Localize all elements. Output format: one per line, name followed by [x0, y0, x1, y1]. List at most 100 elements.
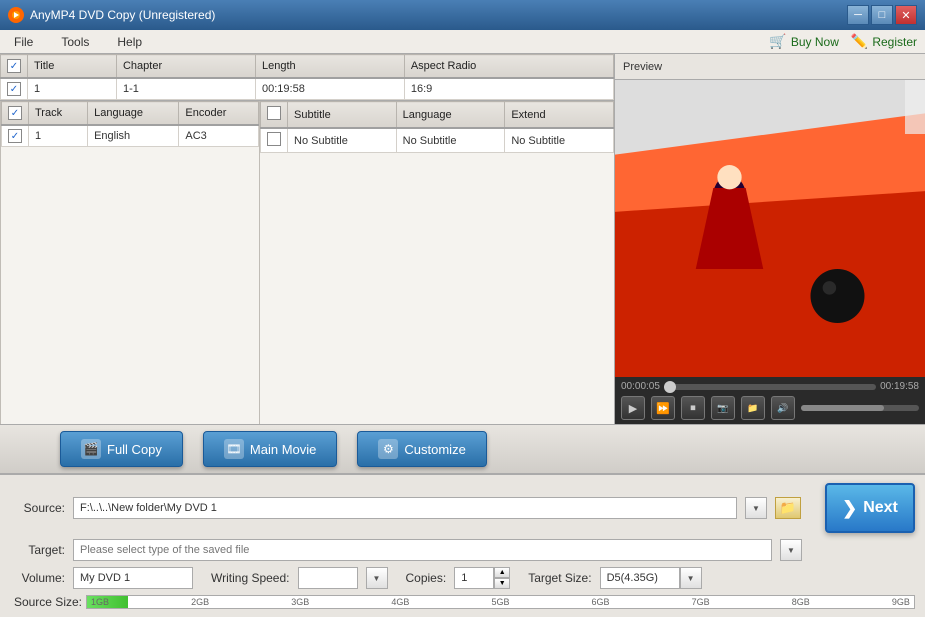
- scene-svg: [615, 80, 925, 377]
- subtitle-panel: Subtitle Language Extend No Subtitle No …: [260, 101, 614, 424]
- target-dropdown-button[interactable]: ▼: [780, 539, 802, 561]
- copies-row: ▲ ▼: [454, 567, 510, 589]
- buy-now-button[interactable]: 🛒 Buy Now: [769, 33, 838, 50]
- volume-input[interactable]: [73, 567, 193, 589]
- register-icon: ✏️: [851, 33, 868, 50]
- preview-video: [615, 80, 925, 377]
- col-aspect: Aspect Radio: [404, 55, 613, 79]
- bottom-tables: Track Language Encoder 1 English AC: [0, 101, 614, 424]
- target-size-dropdown[interactable]: ▼: [680, 567, 702, 589]
- source-label: Source:: [10, 501, 65, 515]
- audio-language: English: [88, 125, 179, 147]
- tick-4gb: 4GB: [391, 597, 409, 607]
- time-total: 00:19:58: [880, 381, 919, 392]
- main-movie-label: Main Movie: [250, 442, 316, 457]
- select-all-check[interactable]: [7, 59, 21, 73]
- sub-subtitle: No Subtitle: [288, 128, 397, 153]
- main-content: Title Chapter Length Aspect Radio 1 1-1 …: [0, 54, 925, 424]
- action-bar: 🎬 Full Copy 🎞 Main Movie ⚙ Customize: [0, 424, 925, 474]
- fast-forward-button[interactable]: ⏩: [651, 396, 675, 420]
- volume-label: Volume:: [10, 571, 65, 585]
- player-controls-row: ▶ ⏩ ⏹ 📷 📁 🔊: [621, 396, 919, 420]
- menu-file[interactable]: File: [8, 33, 39, 51]
- audio-select-all[interactable]: [8, 106, 22, 120]
- time-current: 00:00:05: [621, 381, 660, 392]
- next-button[interactable]: ❯ Next: [825, 483, 915, 533]
- register-label: Register: [872, 35, 917, 49]
- sub-check[interactable]: [261, 128, 288, 153]
- maximize-button[interactable]: □: [871, 5, 893, 25]
- preview-panel: Preview: [615, 54, 925, 424]
- minimize-button[interactable]: ─: [847, 5, 869, 25]
- sub-select-all[interactable]: [267, 106, 281, 120]
- size-bar: 1GB 2GB 3GB 4GB 5GB 6GB 7GB 8GB 9GB: [86, 595, 915, 609]
- preview-label: Preview: [615, 54, 925, 80]
- next-icon: ❯: [842, 498, 857, 519]
- row-checkbox[interactable]: [7, 82, 21, 96]
- target-input[interactable]: [73, 539, 772, 561]
- source-row: Source: ▼ 📁 ❯ Next: [10, 483, 915, 533]
- writing-speed-dropdown[interactable]: ▼: [366, 567, 388, 589]
- size-bar-labels: 1GB 2GB 3GB 4GB 5GB 6GB 7GB 8GB 9GB: [87, 596, 914, 608]
- sub-col-extend: Extend: [505, 102, 614, 129]
- size-bar-section: Source Size: 1GB 2GB 3GB 4GB 5GB 6GB 7GB…: [10, 595, 915, 609]
- full-copy-button[interactable]: 🎬 Full Copy: [60, 431, 183, 467]
- copies-input[interactable]: [454, 567, 494, 589]
- row-check[interactable]: [1, 78, 28, 100]
- customize-button[interactable]: ⚙ Customize: [357, 431, 486, 467]
- close-button[interactable]: ✕: [895, 5, 917, 25]
- copies-up[interactable]: ▲: [494, 567, 510, 578]
- copies-down[interactable]: ▼: [494, 578, 510, 589]
- volume-bar[interactable]: [801, 405, 919, 411]
- tick-8gb: 8GB: [792, 597, 810, 607]
- audio-col-language: Language: [88, 102, 179, 126]
- full-copy-icon: 🎬: [81, 439, 101, 459]
- audio-panel: Track Language Encoder 1 English AC: [0, 101, 260, 424]
- audio-check[interactable]: [2, 125, 29, 147]
- sub-col-subtitle: Subtitle: [288, 102, 397, 129]
- col-length: Length: [256, 55, 405, 79]
- audio-row[interactable]: 1 English AC3: [2, 125, 259, 147]
- video-section: Title Chapter Length Aspect Radio 1 1-1 …: [0, 54, 614, 101]
- source-dropdown-button[interactable]: ▼: [745, 497, 767, 519]
- tick-3gb: 3GB: [291, 597, 309, 607]
- screenshot-button[interactable]: 📷: [711, 396, 735, 420]
- tick-7gb: 7GB: [692, 597, 710, 607]
- top-actions: 🛒 Buy Now ✏️ Register: [769, 33, 917, 50]
- sub-checkbox[interactable]: [267, 132, 281, 146]
- target-size-input[interactable]: [600, 567, 680, 589]
- table-row[interactable]: 1 1-1 00:19:58 16:9: [1, 78, 614, 100]
- audio-checkbox[interactable]: [8, 129, 22, 143]
- col-chapter: Chapter: [116, 55, 255, 79]
- target-label: Target:: [10, 543, 65, 557]
- audio-col-check: [2, 102, 29, 126]
- source-input[interactable]: [73, 497, 737, 519]
- customize-icon: ⚙: [378, 439, 398, 459]
- sub-extend: No Subtitle: [505, 128, 614, 153]
- subtitle-row[interactable]: No Subtitle No Subtitle No Subtitle: [261, 128, 614, 153]
- time-bar[interactable]: [664, 384, 876, 390]
- stop-button[interactable]: ⏹: [681, 396, 705, 420]
- customize-label: Customize: [404, 442, 465, 457]
- buy-now-label: Buy Now: [791, 35, 839, 49]
- tick-5gb: 5GB: [491, 597, 509, 607]
- menubar: File Tools Help 🛒 Buy Now ✏️ Register: [0, 30, 925, 54]
- time-thumb[interactable]: [664, 381, 676, 393]
- col-check: [1, 55, 28, 79]
- writing-speed-input[interactable]: [298, 567, 358, 589]
- register-button[interactable]: ✏️ Register: [851, 33, 917, 50]
- main-movie-button[interactable]: 🎞 Main Movie: [203, 431, 337, 467]
- mute-button[interactable]: 🔊: [771, 396, 795, 420]
- audio-col-track: Track: [29, 102, 88, 126]
- menu-help[interactable]: Help: [111, 33, 148, 51]
- video-frame: [615, 80, 925, 377]
- browse-source-button[interactable]: 📁: [775, 497, 801, 519]
- col-title: Title: [28, 55, 117, 79]
- volume-row: Volume: Writing Speed: ▼ Copies: ▲ ▼ Tar…: [10, 567, 915, 589]
- copies-label: Copies:: [406, 571, 447, 585]
- app-icon: [8, 7, 24, 23]
- folder-open-button[interactable]: 📁: [741, 396, 765, 420]
- sub-col-check: [261, 102, 288, 129]
- play-button[interactable]: ▶: [621, 396, 645, 420]
- menu-tools[interactable]: Tools: [55, 33, 95, 51]
